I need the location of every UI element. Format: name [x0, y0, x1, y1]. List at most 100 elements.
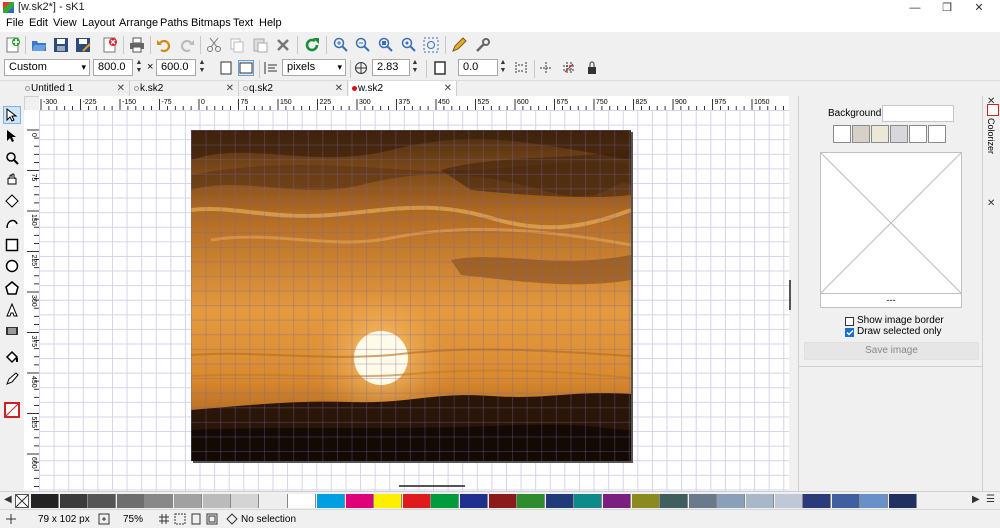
vertical-scrollbar[interactable]: [789, 96, 798, 491]
show-border-checkbox[interactable]: [845, 317, 854, 326]
palette-color-swatch[interactable]: [288, 494, 317, 508]
open-icon[interactable]: [30, 36, 48, 54]
draw-selected-label[interactable]: Draw selected only: [857, 326, 941, 337]
palette-color-swatch[interactable]: [431, 494, 460, 508]
palette-color-swatch[interactable]: [116, 494, 145, 508]
palette-color-swatch[interactable]: [860, 494, 889, 508]
palette-color-swatch[interactable]: [774, 494, 803, 508]
side-tab-colorizer[interactable]: Colorizer: [986, 118, 996, 154]
bezier-tool-icon[interactable]: [3, 214, 21, 232]
snap-guides-icon[interactable]: [538, 60, 554, 76]
select-tool-icon[interactable]: [3, 106, 21, 124]
sunset-image[interactable]: [191, 130, 631, 461]
fleur-tool-icon[interactable]: [3, 171, 21, 189]
zoom-in-icon[interactable]: [332, 36, 350, 54]
palette-color-swatch[interactable]: [59, 494, 88, 508]
menu-paths[interactable]: Paths: [160, 17, 188, 29]
palette-color-swatch[interactable]: [145, 494, 174, 508]
background-swatch-1[interactable]: [833, 125, 851, 143]
zoom-level[interactable]: 75%: [123, 514, 143, 525]
snap-objects-status-icon[interactable]: [206, 513, 218, 528]
units-select[interactable]: pixels ▾: [282, 59, 346, 76]
polygon-tool-icon[interactable]: [3, 279, 21, 297]
palette-color-swatch[interactable]: [374, 494, 403, 508]
rectangle-tool-icon[interactable]: [3, 236, 21, 254]
zoom-page-icon[interactable]: [377, 36, 395, 54]
background-swatch-5[interactable]: [909, 125, 927, 143]
show-border-label[interactable]: Show image border: [857, 315, 944, 326]
palette-color-swatch[interactable]: [631, 494, 660, 508]
save-image-button[interactable]: Save image: [804, 342, 979, 360]
background-input[interactable]: [882, 105, 954, 122]
fill-stroke-swatch-icon[interactable]: [3, 401, 21, 419]
text-tool-icon[interactable]: [3, 301, 21, 319]
redo-icon[interactable]: [178, 36, 196, 54]
paste-icon[interactable]: [251, 36, 269, 54]
palette-color-swatch[interactable]: [603, 494, 631, 508]
fill-tool-icon[interactable]: [3, 348, 21, 366]
print-icon[interactable]: [128, 36, 146, 54]
zoom-tool-icon[interactable]: [3, 149, 21, 167]
menu-arrange[interactable]: Arrange: [119, 17, 158, 29]
page-height-spinner[interactable]: ▲ ▼: [197, 59, 207, 76]
menu-text[interactable]: Text: [233, 17, 253, 29]
horizontal-scroll-thumb[interactable]: [399, 485, 465, 487]
delete-icon[interactable]: [274, 36, 292, 54]
palette-color-swatch[interactable]: [174, 494, 202, 508]
palette-color-swatch[interactable]: [545, 494, 574, 508]
snap-page-status-icon[interactable]: [190, 513, 202, 528]
lock-icon[interactable]: [584, 60, 600, 76]
node-tool-icon[interactable]: [3, 127, 21, 145]
vertical-scroll-thumb[interactable]: [789, 280, 791, 310]
menu-edit[interactable]: Edit: [29, 17, 48, 29]
save-icon[interactable]: [52, 36, 70, 54]
palette-scroll-left-icon[interactable]: ◀: [4, 494, 12, 505]
preferences-icon[interactable]: [474, 36, 492, 54]
background-swatch-3[interactable]: [871, 125, 889, 143]
panel-close-icon[interactable]: ✕: [987, 96, 995, 108]
palette-color-swatch[interactable]: [460, 494, 488, 508]
palette-color-swatch[interactable]: [889, 494, 917, 508]
snap-guides-status-icon[interactable]: [174, 513, 186, 528]
nudge-spinner[interactable]: ▲ ▼: [410, 59, 420, 76]
tab-close-icon[interactable]: ✕: [335, 81, 343, 96]
menu-help[interactable]: Help: [259, 17, 282, 29]
palette-color-swatch[interactable]: [402, 494, 431, 508]
tab-q-sk2[interactable]: q.sk2 ✕: [240, 81, 348, 96]
palette-scroll-right-icon[interactable]: ▶: [972, 494, 980, 505]
page-width-input[interactable]: 800.0: [93, 59, 133, 76]
gradient-tool-icon[interactable]: [3, 322, 21, 340]
cut-icon[interactable]: [205, 36, 223, 54]
page-height-input[interactable]: 600.0: [156, 59, 196, 76]
zoom-selected-icon[interactable]: [400, 36, 418, 54]
palette-color-swatch[interactable]: [660, 494, 689, 508]
no-color-swatch[interactable]: [15, 494, 29, 508]
landscape-icon[interactable]: [238, 60, 254, 76]
close-document-icon[interactable]: [101, 36, 119, 54]
portrait-icon[interactable]: [218, 60, 234, 76]
page-width-spinner[interactable]: ▲ ▼: [134, 59, 144, 76]
outline-tool-icon[interactable]: [3, 370, 21, 388]
background-swatch-2[interactable]: [852, 125, 870, 143]
menu-view[interactable]: View: [53, 17, 77, 29]
panel-close-icon-2[interactable]: ✕: [987, 198, 995, 209]
palette-color-swatch[interactable]: [259, 494, 288, 508]
draw-selected-checkbox[interactable]: [845, 328, 854, 337]
refresh-icon[interactable]: [303, 36, 321, 54]
zoom-fit-icon[interactable]: [422, 36, 440, 54]
snap-grid-icon[interactable]: [561, 60, 577, 76]
zoom-out-icon[interactable]: [354, 36, 372, 54]
snap-grid-status-icon[interactable]: [158, 513, 170, 528]
angle-input[interactable]: 0.0: [458, 59, 498, 76]
palette-color-swatch[interactable]: [517, 494, 546, 508]
palette-color-swatch[interactable]: [202, 494, 231, 508]
close-button[interactable]: ✕: [964, 0, 994, 16]
palette-color-swatch[interactable]: [31, 494, 59, 508]
palette-color-swatch[interactable]: [345, 494, 374, 508]
angle-spinner[interactable]: ▲ ▼: [498, 59, 508, 76]
tab-w-sk2[interactable]: w.sk2 ✕: [349, 81, 457, 96]
background-swatch-6[interactable]: [928, 125, 946, 143]
palette-menu-icon[interactable]: ☰: [986, 494, 995, 505]
palette-color-swatch[interactable]: [574, 494, 603, 508]
palette-color-swatch[interactable]: [231, 494, 260, 508]
